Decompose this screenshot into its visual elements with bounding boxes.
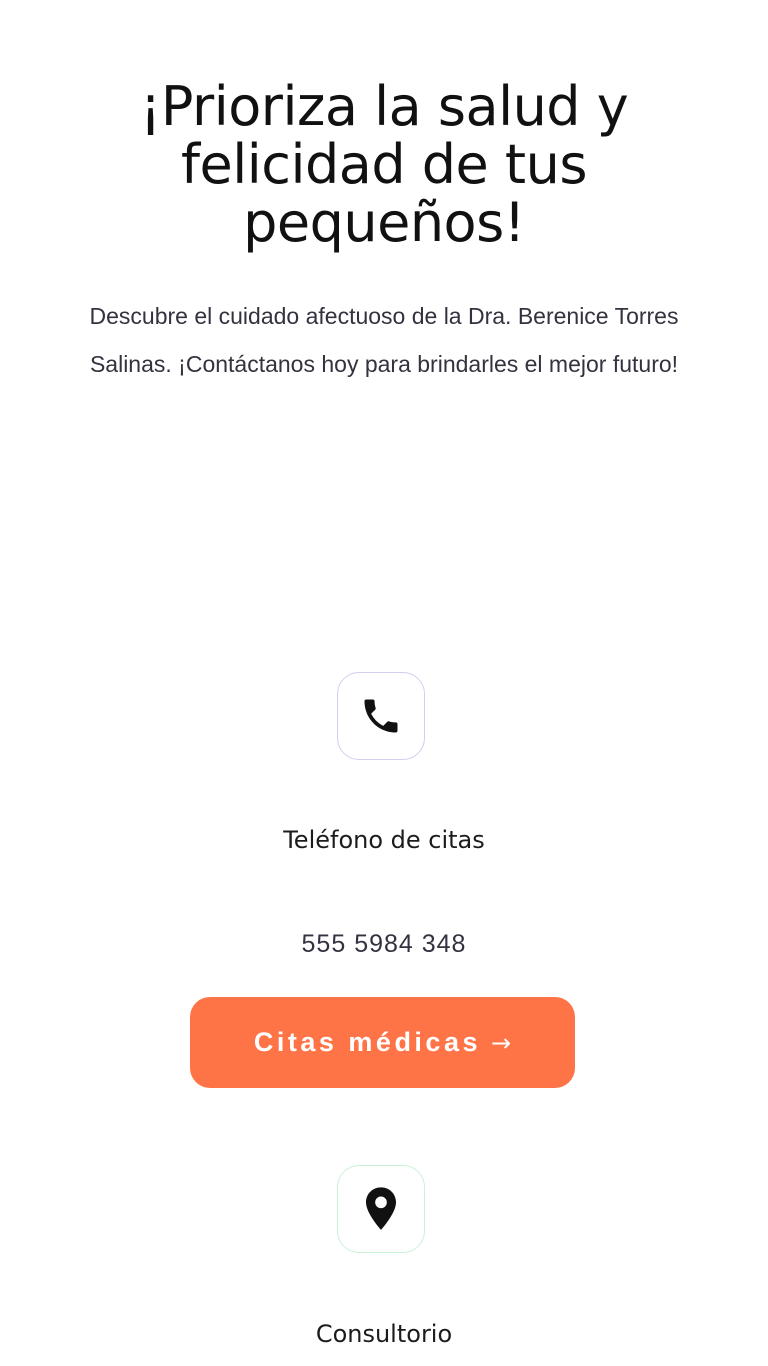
arrow-right-icon: → bbox=[490, 1028, 512, 1057]
phone-number[interactable]: 555 5984 348 bbox=[0, 930, 768, 959]
appointments-button[interactable]: Citas médicas → bbox=[190, 997, 575, 1088]
location-pin-icon bbox=[361, 1185, 401, 1233]
appointments-button-label: Citas médicas bbox=[253, 1027, 481, 1057]
phone-icon-box bbox=[337, 672, 425, 760]
phone-label: Teléfono de citas bbox=[283, 826, 485, 854]
hero-title: ¡Prioriza la salud y felicidad de tus pe… bbox=[139, 75, 629, 254]
phone-icon bbox=[359, 694, 403, 738]
page: ¡Prioriza la salud y felicidad de tus pe… bbox=[0, 0, 768, 1366]
location-icon-box bbox=[337, 1165, 425, 1253]
office-label: Consultorio bbox=[315, 1320, 453, 1348]
hero-subtitle: Descubre el cuidado afectuoso de la Dra.… bbox=[89, 303, 679, 377]
